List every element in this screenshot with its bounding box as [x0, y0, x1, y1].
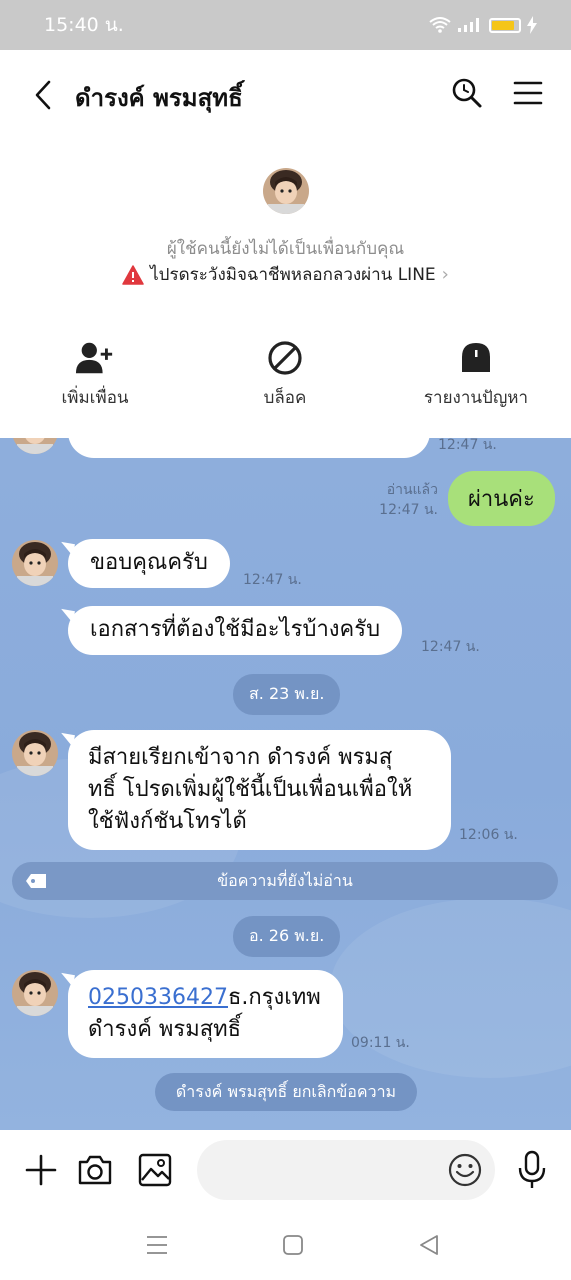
avatar-image	[12, 730, 58, 776]
message-text: ขอบคุณครับ	[90, 550, 208, 575]
bank-message-bubble[interactable]: 0250336427ธ.กรุงเทพ ดำรงค์ พรมสุทธิ์	[68, 970, 343, 1058]
message-bubble[interactable]	[68, 438, 430, 458]
message-bubble[interactable]: เอกสารที่ต้องใช้มีอะไรบ้างครับ	[68, 606, 403, 655]
report-label: รายงานปัญหา	[423, 388, 529, 408]
message-line: ใช้ฟังก์ชันโทรได้	[88, 808, 247, 834]
status-icons	[429, 16, 537, 34]
scam-warning-text: ไปรดระวังมิจฉาชีพหลอกลวงผ่าน LINE	[150, 265, 436, 285]
wifi-icon	[429, 17, 451, 33]
read-label: อ่านแล้ว	[386, 482, 438, 498]
report-icon	[462, 343, 490, 372]
profile-actions: เพิ่มเพื่อน บล็อค รายงานปัญหา	[0, 340, 571, 410]
date-separator: อ. 26 พ.ย.	[233, 916, 341, 957]
search-icon	[452, 78, 482, 108]
bank-name: ธ.กรุงเทพ	[227, 985, 321, 1010]
message-text: เอกสารที่ต้องใช้มีอะไรบ้างครับ	[90, 617, 381, 642]
message-line: ดำรงค์ พรมสุทธิ์	[88, 1016, 242, 1042]
message-bubble[interactable]: ขอบคุณครับ	[68, 539, 230, 588]
message-time: 12:47 น.	[438, 438, 497, 453]
report-button[interactable]: รายงานปัญหา	[396, 340, 556, 411]
profile-panel: ผู้ใช้คนนี้ยังไม่ได้เป็นเพื่อนกับคุณ ไปร…	[0, 140, 571, 438]
unread-messages-divider: ข้อความที่ยังไม่อ่าน	[12, 862, 558, 900]
chat-header: ดำรงค์ พรมสุทธิ์	[0, 50, 571, 140]
message-line: ทธิ์ โปรดเพิ่มผู้ใช้นี้เป็นเพื่อนเพื่อให…	[88, 776, 413, 802]
battery-icon	[489, 17, 521, 33]
sender-avatar[interactable]	[12, 540, 58, 586]
search-button[interactable]	[450, 76, 484, 110]
unread-label: ข้อความที่ยังไม่อ่าน	[217, 870, 353, 890]
recent-apps-button[interactable]	[142, 1232, 172, 1258]
chevron-right-icon: ›	[441, 264, 449, 285]
profile-avatar[interactable]	[263, 168, 309, 214]
avatar-image	[12, 540, 58, 586]
block-icon	[268, 341, 302, 375]
hamburger-menu-icon	[513, 81, 543, 105]
outgoing-message-bubble[interactable]: ผ่านค่ะ	[448, 471, 555, 526]
call-message-bubble[interactable]: มีสายเรียกเข้าจาก ดำรงค์ พรมสุ ทธิ์ โปรด…	[68, 730, 451, 850]
add-attachment-button[interactable]	[21, 1150, 61, 1190]
avatar-image	[263, 168, 309, 214]
warning-icon	[122, 264, 144, 285]
message-time: 09:11 น.	[351, 1035, 410, 1051]
block-button[interactable]: บล็อค	[205, 340, 365, 411]
back-icon	[420, 1235, 438, 1255]
menu-button[interactable]	[511, 76, 545, 110]
message-line: มีสายเรียกเข้าจาก ดำรงค์ พรมสุ	[88, 745, 393, 770]
status-time: 15:40 น.	[44, 14, 124, 36]
message-time: 12:47 น.	[421, 639, 480, 655]
scam-warning-link[interactable]: ไปรดระวังมิจฉาชีพหลอกลวงผ่าน LINE ›	[0, 261, 571, 288]
voice-message-button[interactable]	[512, 1148, 552, 1192]
sender-avatar[interactable]	[12, 970, 58, 1016]
avatar-image	[12, 970, 58, 1016]
date-separator: ส. 23 พ.ย.	[233, 674, 341, 715]
avatar-image	[12, 438, 58, 454]
camera-icon	[78, 1155, 112, 1185]
phone-number-link[interactable]: 0250336427	[88, 985, 228, 1010]
message-input-bar	[0, 1130, 571, 1210]
plus-icon	[25, 1154, 57, 1186]
chat-message-list[interactable]: 12:47 น. อ่านแล้ว 12:47 น. ผ่านค่ะ ขอบคุ…	[0, 438, 571, 1130]
status-bar: 15:40 น.	[0, 0, 571, 50]
recent-apps-icon	[147, 1236, 167, 1254]
message-time: 12:47 น.	[379, 501, 438, 518]
microphone-icon	[518, 1150, 546, 1188]
emoji-button[interactable]	[447, 1152, 483, 1188]
system-navigation-bar	[0, 1210, 571, 1280]
image-icon	[138, 1153, 172, 1187]
gallery-button[interactable]	[135, 1150, 175, 1190]
message-line: 0250336427ธ.กรุงเทพ	[88, 982, 323, 1014]
sender-avatar[interactable]	[12, 438, 58, 454]
unsend-notice: ดำรงค์ พรมสุทธิ์ ยกเลิกข้อความ	[155, 1073, 417, 1111]
back-button[interactable]	[28, 77, 58, 113]
tag-icon	[26, 874, 46, 888]
not-friend-notice: ผู้ใช้คนนี้ยังไม่ได้เป็นเพื่อนกับคุณ	[166, 239, 405, 259]
add-friend-icon	[75, 342, 113, 374]
message-time: 12:06 น.	[459, 827, 518, 843]
chevron-left-icon	[35, 80, 51, 110]
message-time: 12:47 น.	[243, 572, 302, 588]
emoji-icon	[448, 1153, 482, 1187]
camera-button[interactable]	[75, 1150, 115, 1190]
read-receipt: อ่านแล้ว 12:47 น.	[372, 481, 438, 520]
home-icon	[283, 1235, 303, 1255]
sender-avatar[interactable]	[12, 730, 58, 776]
add-friend-button[interactable]: เพิ่มเพื่อน	[15, 340, 175, 411]
chat-title: ดำรงค์ พรมสุทธิ์	[75, 84, 243, 112]
block-label: บล็อค	[263, 388, 307, 408]
signal-icon	[458, 18, 479, 32]
home-button[interactable]	[278, 1232, 308, 1258]
back-nav-button[interactable]	[414, 1232, 444, 1258]
charging-icon	[527, 16, 537, 34]
add-friend-label: เพิ่มเพื่อน	[61, 388, 129, 408]
message-text: ผ่านค่ะ	[468, 487, 535, 512]
